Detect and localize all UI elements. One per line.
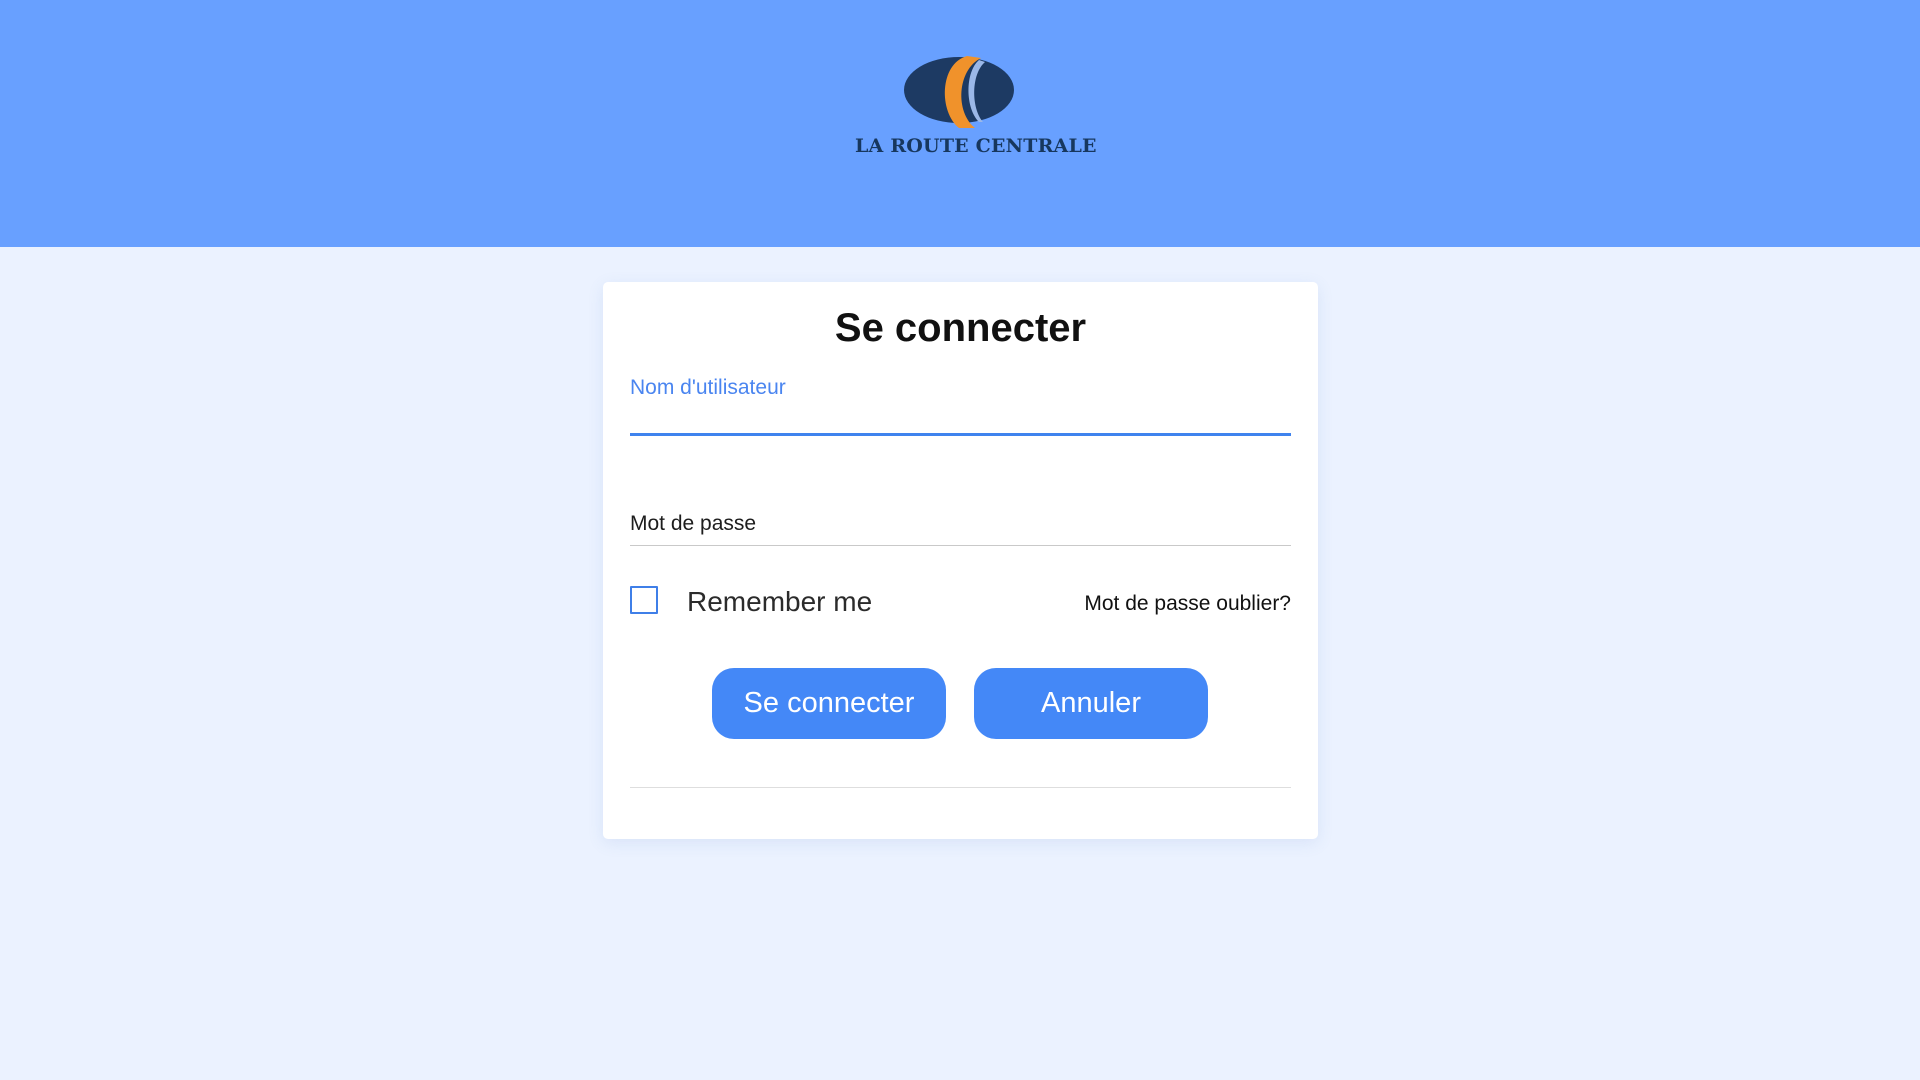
username-input[interactable] bbox=[630, 400, 1291, 436]
remember-row: Remember me Mot de passe oublier? bbox=[630, 584, 1291, 624]
login-button[interactable]: Se connecter bbox=[712, 668, 946, 739]
card-divider bbox=[630, 787, 1291, 788]
remember-me-label[interactable]: Remember me bbox=[687, 586, 872, 618]
login-card: Se connecter Nom d'utilisateur Remember … bbox=[603, 282, 1318, 839]
password-input[interactable] bbox=[630, 502, 1291, 546]
header-bar: LA ROUTE CENTRALE bbox=[0, 0, 1920, 247]
road-logo-icon bbox=[904, 56, 1014, 128]
logo: LA ROUTE CENTRALE bbox=[855, 52, 1097, 162]
cancel-button[interactable]: Annuler bbox=[974, 668, 1208, 739]
logo-text: LA ROUTE CENTRALE bbox=[855, 135, 1097, 157]
forgot-password-link[interactable]: Mot de passe oublier? bbox=[1084, 592, 1291, 616]
login-title: Se connecter bbox=[834, 306, 1087, 350]
remember-me-checkbox[interactable] bbox=[630, 586, 658, 614]
username-label: Nom d'utilisateur bbox=[630, 376, 786, 399]
